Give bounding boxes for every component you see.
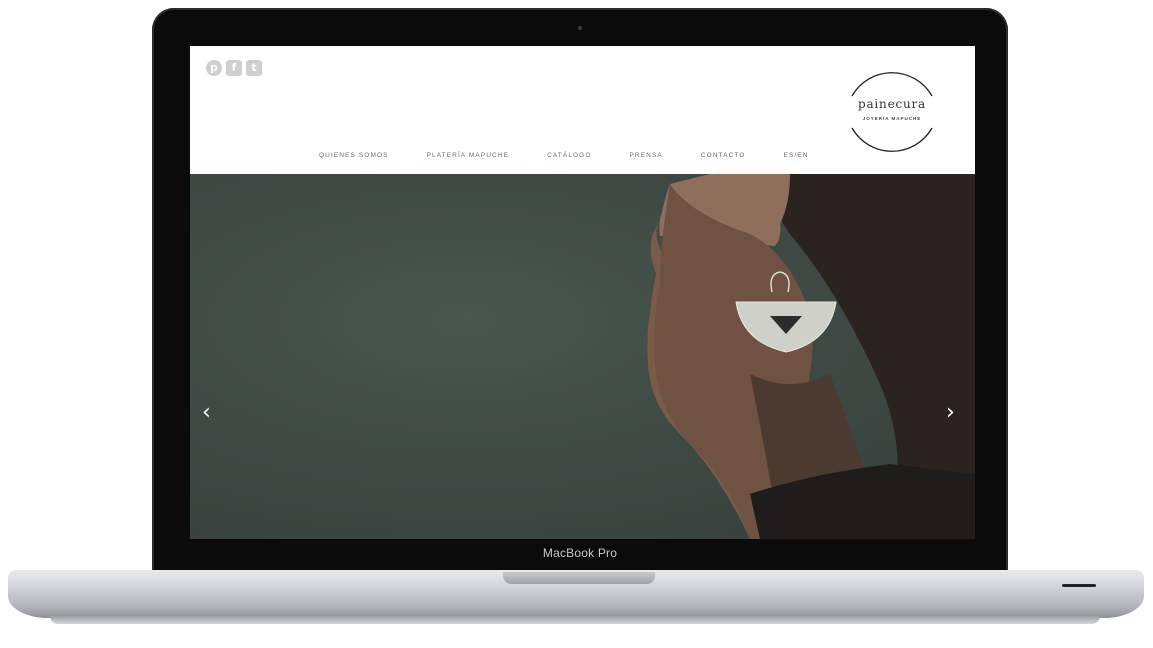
main-nav: QUIENES SOMOS PLATERÍA MAPUCHE CATÁLOGO … <box>300 152 828 159</box>
laptop-base-edge <box>50 616 1100 624</box>
lid-notch <box>503 572 655 584</box>
website-screen: p f t QUIENES SOMOS PLATERÍA MAPUCHE CAT… <box>190 46 975 539</box>
hero-slider: ‹ › <box>190 174 975 539</box>
site-header: p f t QUIENES SOMOS PLATERÍA MAPUCHE CAT… <box>190 46 975 174</box>
twitter-icon[interactable]: t <box>246 60 262 76</box>
camera <box>578 26 582 30</box>
nav-item-catalogo[interactable]: CATÁLOGO <box>528 152 610 159</box>
facebook-icon[interactable]: f <box>226 60 242 76</box>
logo-name: painecura <box>857 97 927 111</box>
nav-item-contacto[interactable]: CONTACTO <box>682 152 765 159</box>
hero-next-button[interactable]: › <box>946 402 955 424</box>
nav-item-quienes-somos[interactable]: QUIENES SOMOS <box>300 152 408 159</box>
pinterest-icon[interactable]: p <box>206 60 222 76</box>
nav-item-language[interactable]: ES/EN <box>765 152 828 159</box>
nav-item-plateria-mapuche[interactable]: PLATERÍA MAPUCHE <box>408 152 529 159</box>
nav-item-prensa[interactable]: PRENSA <box>611 152 682 159</box>
hero-photo <box>647 174 975 539</box>
logo-tagline: JOYERÍA MAPUCHE <box>862 116 922 121</box>
logo-circle[interactable] <box>838 58 946 166</box>
social-links: p f t <box>206 60 262 76</box>
sleep-indicator <box>1062 584 1096 587</box>
hero-prev-button[interactable]: ‹ <box>202 402 211 424</box>
device-label: MacBook Pro <box>542 546 618 560</box>
